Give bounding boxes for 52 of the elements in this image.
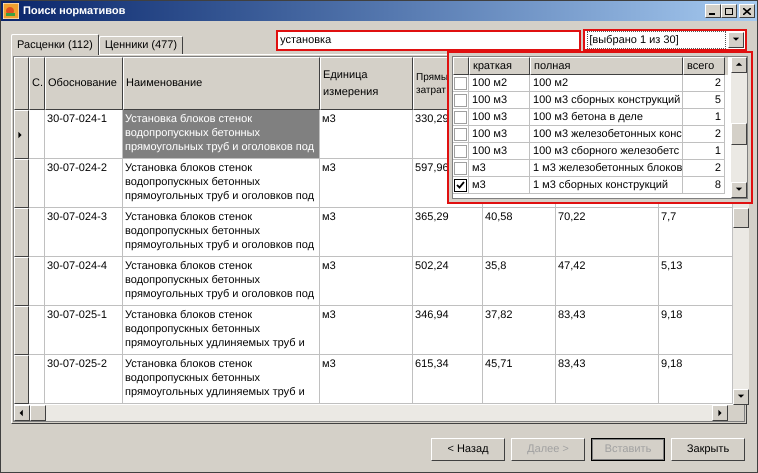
table-cell: 8 <box>683 177 725 194</box>
table-cell: 2 <box>683 75 725 92</box>
table-cell: 30-07-024-4 <box>45 257 123 306</box>
table-cell: 2 <box>683 160 725 177</box>
table-cell: м3 <box>469 160 530 177</box>
table-cell: 502,24 <box>413 257 483 306</box>
table-cell: 100 м3 <box>469 143 530 160</box>
table-cell: 37,82 <box>483 306 556 355</box>
table-cell: 100 м2 <box>469 75 530 92</box>
table-cell: 83,43 <box>556 355 659 404</box>
table-cell: Установка блоков стенок водопропускных бетонных прямоугольных труб и оголовков под <box>123 110 320 159</box>
table-cell: 1 <box>683 109 725 126</box>
table-cell: 70,22 <box>556 208 659 257</box>
table-cell: 30-07-025-2 <box>45 355 123 404</box>
filter-value: [выбрано 1 из 30] <box>587 30 726 50</box>
table-cell: 365,29 <box>413 208 483 257</box>
table-cell: м3 <box>469 177 530 194</box>
table-cell: 100 м2 <box>530 75 683 92</box>
table-cell: 100 м3 <box>469 109 530 126</box>
table-cell: Установка блоков стенок водопропускных бетонных прямоугольных труб и оголовков под <box>123 159 320 208</box>
table-cell: м3 <box>320 257 413 306</box>
table-cell: 35,8 <box>483 257 556 306</box>
table-cell: 30-07-024-3 <box>45 208 123 257</box>
table-cell: 83,43 <box>556 306 659 355</box>
table-cell: 100 м3 <box>469 92 530 109</box>
table-cell: Установка блоков стенок водопропускных бетонных прямоугольных труб и оголовков под <box>123 257 320 306</box>
window-title: Поиск нормативов <box>23 4 126 19</box>
table-cell: 1 м3 железобетонных блоков <box>530 160 683 177</box>
table-cell: Установка блоков стенок водопропускных бетонных прямоугольных удлиняемых труб и <box>123 306 320 355</box>
table-cell: Установка блоков стенок водопропускных бетонных прямоугольных труб и оголовков под <box>123 208 320 257</box>
table-cell: 47,42 <box>556 257 659 306</box>
table-cell: м3 <box>320 159 413 208</box>
table-cell: 1 м3 сборных конструкций <box>530 177 683 194</box>
table-cell: м3 <box>320 208 413 257</box>
table-cell: 45,71 <box>483 355 556 404</box>
table-cell: м3 <box>320 306 413 355</box>
table-cell: м3 <box>320 355 413 404</box>
table-cell: 100 м3 <box>469 126 530 143</box>
table-cell: 5 <box>683 92 725 109</box>
table-cell: 40,58 <box>483 208 556 257</box>
table-cell: 100 м3 сборных конструкций <box>530 92 683 109</box>
table-cell: 346,94 <box>413 306 483 355</box>
table-cell: 100 м3 железобетонных конс <box>530 126 683 143</box>
table-cell: 30-07-025-1 <box>45 306 123 355</box>
table-cell: Установка блоков стенок водопропускных бетонных прямоугольных удлиняемых труб и <box>123 355 320 404</box>
table-cell: 1 <box>683 143 725 160</box>
table-cell: 100 м3 сборного железобетс <box>530 143 683 160</box>
table-cell: 30-07-024-2 <box>45 159 123 208</box>
table-cell: м3 <box>320 110 413 159</box>
table-cell: 100 м3 бетона в деле <box>530 109 683 126</box>
table-cell: 2 <box>683 126 725 143</box>
table-cell: 615,34 <box>413 355 483 404</box>
